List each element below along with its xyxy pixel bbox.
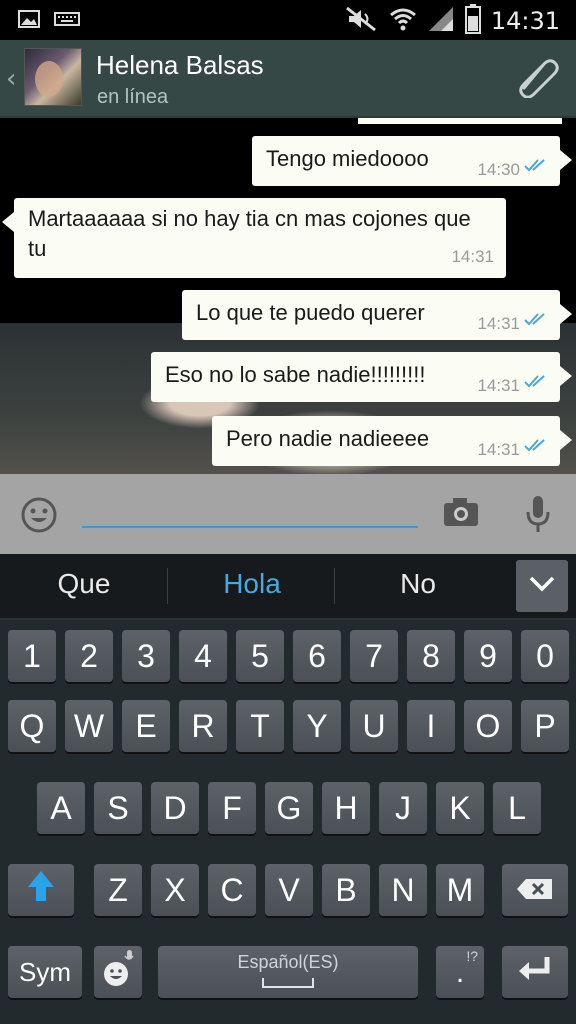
microphone-icon[interactable] <box>524 494 552 538</box>
avatar[interactable] <box>24 48 82 106</box>
message-bubble[interactable]: Martaaaaaa si no hay tia cn mas cojones … <box>2 198 506 278</box>
shift-arrow-icon <box>26 869 56 911</box>
message-input[interactable] <box>82 488 418 528</box>
enter-key[interactable] <box>502 946 568 998</box>
collapse-suggestions-button[interactable] <box>516 560 568 612</box>
wifi-icon <box>389 6 417 36</box>
message-bubble[interactable]: Tengo miedoooo 14:30 <box>252 136 572 186</box>
key[interactable]: 5 <box>236 630 284 682</box>
key[interactable]: O <box>464 700 512 752</box>
space-icon <box>262 978 314 988</box>
message-text: Tengo miedoooo <box>266 146 429 171</box>
battery-icon <box>464 4 481 38</box>
message-bubble[interactable]: Lo que te puedo querer 14:31 <box>182 290 572 340</box>
suggestion-item[interactable]: Hola <box>172 568 332 600</box>
chat-area[interactable]: Tengo miedoooo 14:30 Martaaaaaa si no ha… <box>0 118 576 474</box>
key[interactable]: E <box>122 700 170 752</box>
divider <box>334 568 335 604</box>
signal-icon <box>427 5 455 37</box>
key[interactable]: 4 <box>179 630 227 682</box>
mute-icon <box>345 6 379 36</box>
read-ticks-icon <box>524 368 550 394</box>
language-label: Español(ES) <box>237 952 339 972</box>
contact-status: en línea <box>97 86 169 108</box>
spacebar[interactable]: Español(ES) <box>158 946 418 998</box>
key[interactable]: K <box>436 782 484 834</box>
keyboard: 1 2 3 4 5 6 7 8 9 0 Q W E R T Y U I O P … <box>0 620 576 1024</box>
key[interactable]: 6 <box>293 630 341 682</box>
enter-icon <box>517 954 553 991</box>
sym-key[interactable]: Sym <box>8 946 82 998</box>
read-ticks-icon <box>524 432 550 458</box>
suggestion-item[interactable]: Que <box>4 568 164 600</box>
key[interactable]: P <box>521 700 569 752</box>
camera-icon[interactable] <box>442 496 480 532</box>
key[interactable]: R <box>179 700 227 752</box>
key[interactable]: V <box>265 864 313 916</box>
key[interactable]: Y <box>293 700 341 752</box>
message-text: Pero nadie nadieeee <box>226 426 430 451</box>
chat-header: ‹ Helena Balsas en línea <box>0 40 576 118</box>
message-time: 14:31 <box>451 247 494 266</box>
key[interactable]: G <box>265 782 313 834</box>
key[interactable]: U <box>350 700 398 752</box>
period-key[interactable]: !? . <box>436 946 484 998</box>
key[interactable]: W <box>65 700 113 752</box>
key[interactable]: N <box>379 864 427 916</box>
key[interactable]: I <box>407 700 455 752</box>
message-time: 14:31 <box>477 440 520 459</box>
clock: 14:31 <box>490 7 560 35</box>
read-ticks-icon <box>524 152 550 178</box>
key[interactable]: 9 <box>464 630 512 682</box>
key[interactable]: H <box>322 782 370 834</box>
key[interactable]: D <box>151 782 199 834</box>
key[interactable]: 0 <box>521 630 569 682</box>
key[interactable]: Q <box>8 700 56 752</box>
status-bar: 14:31 <box>0 0 576 40</box>
message-time: 14:31 <box>477 376 520 395</box>
message-bubble[interactable]: Pero nadie nadieeee 14:31 <box>212 416 572 466</box>
backspace-key[interactable] <box>502 864 568 916</box>
message-text: Lo que te puedo querer <box>196 300 425 325</box>
contact-name[interactable]: Helena Balsas <box>96 50 264 81</box>
key[interactable]: 8 <box>407 630 455 682</box>
key[interactable]: J <box>379 782 427 834</box>
emoji-icon[interactable] <box>20 496 58 538</box>
key[interactable]: S <box>94 782 142 834</box>
shift-key[interactable] <box>8 864 74 916</box>
read-ticks-icon <box>524 306 550 332</box>
key[interactable]: X <box>151 864 199 916</box>
keyboard-icon <box>54 10 80 32</box>
key[interactable]: 3 <box>122 630 170 682</box>
suggestion-bar: Que Hola No <box>0 554 576 620</box>
period-label: . <box>455 956 465 989</box>
key[interactable]: L <box>493 782 541 834</box>
period-hint: !? <box>466 948 478 964</box>
back-icon[interactable]: ‹ <box>6 64 16 94</box>
message-text: Eso no lo sabe nadie!!!!!!!!! <box>165 362 426 387</box>
message-time: 14:30 <box>477 160 520 179</box>
divider <box>167 568 168 604</box>
key[interactable]: A <box>37 782 85 834</box>
key[interactable]: C <box>208 864 256 916</box>
key[interactable]: T <box>236 700 284 752</box>
emoji-key[interactable] <box>94 946 142 998</box>
gallery-icon <box>18 9 40 33</box>
message-bubble[interactable]: Eso no lo sabe nadie!!!!!!!!! 14:31 <box>151 352 572 402</box>
chevron-down-icon <box>528 575 556 597</box>
backspace-icon <box>516 872 554 909</box>
key[interactable]: Z <box>94 864 142 916</box>
smiley-mic-icon <box>101 948 135 996</box>
key[interactable]: B <box>322 864 370 916</box>
message-composer <box>0 474 576 554</box>
suggestion-item[interactable]: No <box>338 568 498 600</box>
key[interactable]: 1 <box>8 630 56 682</box>
message-time: 14:31 <box>477 314 520 333</box>
key[interactable]: M <box>436 864 484 916</box>
key[interactable]: 2 <box>65 630 113 682</box>
paperclip-icon[interactable] <box>514 54 562 102</box>
key[interactable]: 7 <box>350 630 398 682</box>
key[interactable]: F <box>208 782 256 834</box>
message-text: Martaaaaaa si no hay tia cn mas cojones … <box>28 206 471 261</box>
